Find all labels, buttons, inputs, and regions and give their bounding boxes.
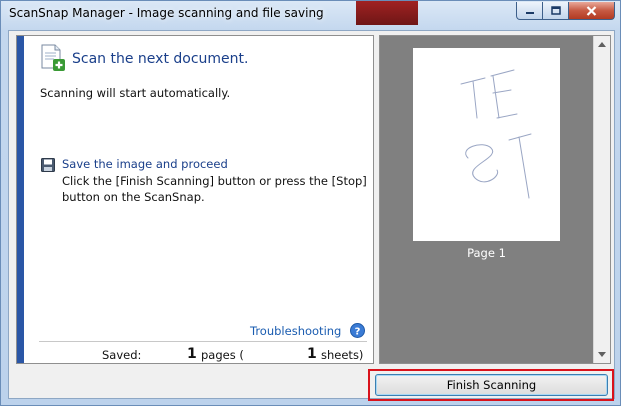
- title-bar[interactable]: ScanSnap Manager - Image scanning and fi…: [1, 1, 620, 27]
- finish-scanning-button[interactable]: Finish Scanning: [375, 374, 608, 396]
- scroll-up-button[interactable]: [594, 36, 610, 53]
- close-icon: [586, 5, 597, 16]
- preview-scrollbar[interactable]: [593, 36, 610, 363]
- preview-pane: Page 1: [379, 35, 611, 364]
- status-subtext: Scanning will start automatically.: [40, 86, 231, 100]
- background-window-fragment: [356, 1, 418, 25]
- status-heading: Scan the next document.: [72, 51, 249, 67]
- save-description: Click the [Finish Scanning] button or pr…: [62, 174, 367, 204]
- scanned-handwriting-image: [460, 69, 532, 199]
- chevron-up-icon: [598, 42, 606, 47]
- close-button[interactable]: [569, 2, 615, 20]
- chevron-down-icon: [598, 352, 606, 357]
- minimize-button[interactable]: [516, 2, 543, 20]
- document-add-icon: [41, 44, 65, 71]
- svg-text:?: ?: [355, 326, 361, 337]
- page-label: Page 1: [467, 246, 506, 260]
- scansnap-window: ScanSnap Manager - Image scanning and fi…: [0, 0, 621, 406]
- scroll-down-button[interactable]: [594, 346, 610, 363]
- minimize-icon: [525, 11, 534, 14]
- page-thumbnail[interactable]: [413, 48, 560, 241]
- client-area: Scan the next document. Scanning will st…: [8, 30, 615, 401]
- troubleshooting-link[interactable]: Troubleshooting: [250, 324, 341, 338]
- sheets-label: sheets): [321, 348, 364, 362]
- maximize-icon: [550, 5, 561, 15]
- help-icon[interactable]: ?: [350, 323, 365, 338]
- pages-count: 1: [187, 346, 197, 362]
- accent-bar: [17, 36, 24, 363]
- saved-label: Saved:: [102, 348, 142, 362]
- save-icon: [41, 158, 55, 172]
- sheets-count: 1: [307, 346, 317, 362]
- pages-label: pages (: [201, 348, 244, 362]
- save-and-proceed-link[interactable]: Save the image and proceed: [62, 157, 228, 171]
- status-panel: Scan the next document. Scanning will st…: [16, 35, 374, 364]
- maximize-button[interactable]: [543, 2, 569, 20]
- window-title: ScanSnap Manager - Image scanning and fi…: [9, 6, 324, 20]
- divider: [39, 341, 367, 342]
